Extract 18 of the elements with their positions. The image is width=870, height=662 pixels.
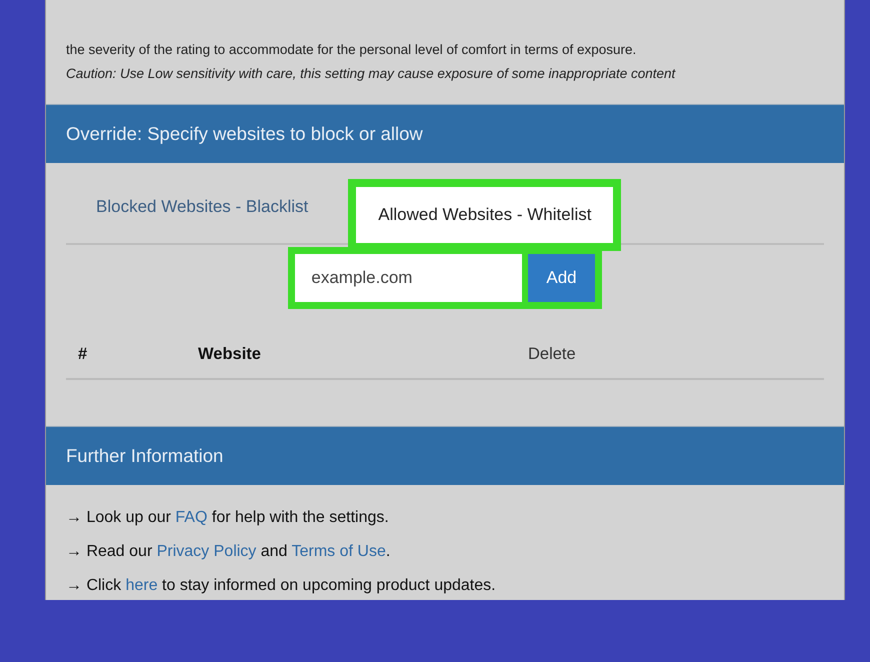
panel-header: Override: Specify websites to block or allow [46, 105, 844, 163]
info-text: → Look up our FAQ for help with the settings. [66, 509, 390, 527]
column-header: # [78, 345, 88, 364]
link[interactable]: Privacy Policy [156, 543, 256, 560]
caution-text: Caution: Use Low sensitivity with care, this setting may cause exposure of some inappropriate content [66, 65, 677, 83]
link[interactable]: FAQ [175, 509, 208, 526]
panel-header: Further Information [46, 427, 844, 485]
intro-text: the severity of the rating to accommodate for the personal level of comfort in terms of exposure. [66, 41, 638, 59]
add-button[interactable]: Add [528, 254, 595, 302]
link[interactable]: Terms of Use [292, 543, 386, 560]
column-header: Delete [528, 345, 576, 364]
info-text: → Read our Privacy Policy and Terms of Use. [66, 543, 392, 561]
tab[interactable]: Allowed Websites - Whitelist [356, 187, 614, 243]
tab[interactable]: Blocked Websites - Blacklist [74, 179, 330, 235]
website-input-field[interactable]: example.com [295, 254, 522, 302]
column-header: Website [198, 345, 262, 364]
link[interactable]: here [126, 577, 158, 594]
info-text: → Click here to stay informed on upcoming product updates. [66, 577, 497, 595]
